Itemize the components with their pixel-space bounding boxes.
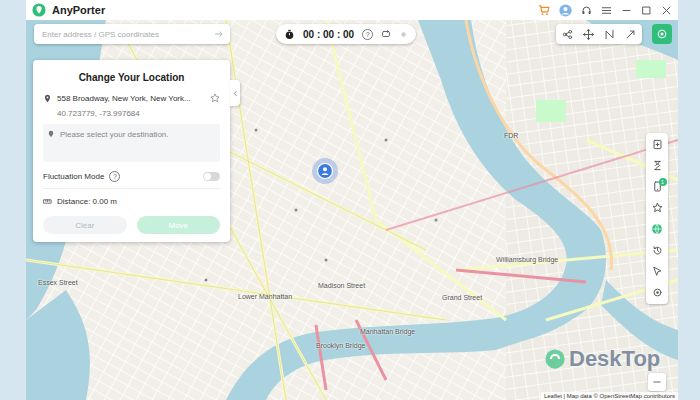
timer-help[interactable]: ?	[362, 29, 373, 40]
arrow-right-icon[interactable]	[214, 29, 224, 39]
loop-icon[interactable]	[381, 29, 391, 39]
side-toolbar: 1	[646, 133, 668, 304]
window-controls	[538, 4, 672, 17]
distance: Distance: 0.00 m	[57, 197, 117, 206]
location-panel: Change Your Location558 Broadway, New Yo…	[33, 60, 230, 242]
toggle-knob	[204, 173, 211, 180]
map-label: Brooklyn Bridge	[316, 342, 365, 349]
move-icon[interactable]	[583, 29, 594, 40]
cursor-icon[interactable]	[652, 266, 663, 277]
destination-placeholder: Please select your destination.	[60, 130, 169, 139]
jump-icon[interactable]	[625, 29, 636, 40]
move-button[interactable]: Move	[137, 216, 221, 234]
map-label: Madison Street	[318, 282, 365, 289]
app-logo-icon	[32, 3, 46, 17]
app-title: AnyPorter	[52, 4, 105, 16]
map-label: FDR	[504, 132, 518, 139]
destination-field[interactable]: Please select your destination.	[43, 124, 220, 162]
share-icon[interactable]	[562, 29, 573, 40]
history-icon[interactable]	[652, 245, 663, 256]
search-input[interactable]	[40, 29, 214, 40]
avatar-icon[interactable]	[559, 4, 572, 17]
map-attribution: Leaflet | Map data © OpenStreetMap contr…	[541, 392, 678, 400]
menu-icon[interactable]	[601, 5, 612, 16]
device-icon[interactable]: 1	[652, 181, 663, 192]
address-row: 558 Broadway, New York, New York...	[43, 93, 220, 103]
clear-button[interactable]: Clear	[43, 216, 127, 234]
location-marker[interactable]	[312, 158, 338, 184]
stopwatch-icon	[284, 29, 295, 40]
minus-icon[interactable]	[652, 377, 662, 387]
map[interactable]: Lower Manhattan Williamsburg Bridge Manhat…	[26, 20, 678, 400]
fluctuation-row: Fluctuation Mode?	[43, 162, 220, 188]
pin-outline-icon	[47, 130, 55, 138]
record-dot-icon[interactable]	[399, 30, 408, 39]
map-label: Lower Manhattan	[238, 293, 292, 300]
fluctuation-label: Fluctuation Mode	[43, 172, 104, 181]
current-address: 558 Broadway, New York, New York...	[57, 94, 205, 103]
headset-icon[interactable]	[581, 5, 592, 16]
collapse-panel-button[interactable]	[230, 80, 240, 106]
distance-row: Distance: 0.00 m	[43, 188, 220, 216]
ruler-icon	[43, 197, 52, 206]
cart-icon[interactable]	[538, 4, 550, 16]
zoom-out-button[interactable]	[648, 373, 666, 391]
map-label: Manhattan Bridge	[360, 328, 415, 335]
title-bar: AnyPorter	[26, 0, 678, 20]
target-icon[interactable]	[656, 28, 668, 40]
teleport-mode-button[interactable]	[652, 24, 672, 44]
close-icon[interactable]	[661, 5, 672, 16]
fluctuation-toggle[interactable]	[203, 172, 220, 181]
locate-icon[interactable]	[652, 287, 663, 298]
chevron-left-icon[interactable]	[232, 90, 239, 97]
favorite-icon[interactable]	[652, 202, 663, 213]
hourglass-icon[interactable]	[652, 160, 663, 171]
fluctuation-help[interactable]: ?	[109, 171, 120, 182]
search-field[interactable]	[34, 24, 230, 44]
panel-title: Change Your Location	[43, 68, 220, 93]
globe-icon[interactable]	[651, 223, 663, 235]
minimize-icon[interactable]	[621, 5, 632, 16]
watermark-logo-icon	[544, 348, 566, 370]
map-label: Williamsburg Bridge	[496, 256, 558, 263]
import-icon[interactable]	[652, 139, 663, 150]
panel-buttons: Clear Move	[43, 216, 220, 234]
map-label: Grand Street	[442, 294, 482, 301]
person-pin-icon[interactable]	[317, 163, 333, 179]
timer-value: 00 : 00 : 00	[303, 29, 354, 40]
timer: 00 : 00 : 00?	[276, 24, 416, 44]
watermark-text: DeskTop	[569, 346, 660, 372]
watermark: DeskTop	[544, 346, 660, 372]
device-badge: 1	[659, 178, 667, 186]
pin-icon	[43, 94, 52, 103]
mode-toolbar	[556, 24, 642, 44]
map-label: Essex Street	[38, 279, 78, 286]
coordinates: 40.723779, -73.997684	[43, 103, 220, 124]
star-icon[interactable]	[210, 93, 220, 103]
maximize-icon[interactable]	[641, 5, 652, 16]
route-icon[interactable]	[604, 29, 615, 40]
